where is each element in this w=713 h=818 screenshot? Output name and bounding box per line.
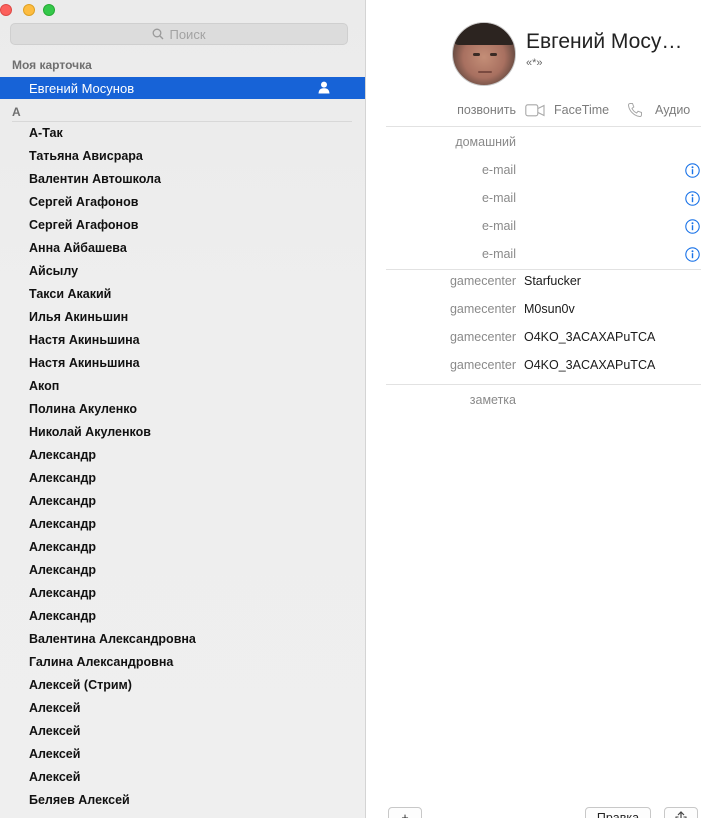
field-label-home: домашний	[455, 135, 516, 149]
avatar[interactable]	[452, 22, 516, 86]
contact-full-name: Евгений Мосу…	[526, 30, 683, 53]
field-value-gamecenter[interactable]: Starfucker	[524, 274, 581, 288]
field-row: заметка	[367, 393, 713, 413]
field-value-gamecenter[interactable]: O4KO_3ACAXAPuTCA	[524, 330, 655, 344]
contact-item[interactable]: Сергей Агафонов	[0, 191, 365, 214]
field-label-gamecenter: gamecenter	[449, 302, 516, 316]
share-button[interactable]	[664, 807, 698, 818]
info-icon[interactable]	[685, 163, 700, 178]
contact-item[interactable]: Александр	[0, 444, 365, 467]
field-label-gamecenter: gamecenter	[449, 330, 516, 344]
section-letter: А	[12, 105, 21, 119]
contact-item-selected[interactable]: Евгений Мосунов	[0, 77, 365, 99]
field-label-email: e-mail	[481, 163, 516, 177]
contact-nickname: «*»	[526, 57, 543, 69]
audio-button[interactable]: Аудио	[655, 103, 690, 117]
avatar-eye	[490, 53, 497, 56]
field-label-email: e-mail	[481, 219, 516, 233]
contact-item[interactable]: Такси Акакий	[0, 283, 365, 306]
contact-item[interactable]: Полина Акуленко	[0, 398, 365, 421]
contact-item[interactable]: Акоп	[0, 375, 365, 398]
contact-item[interactable]: Айсылу	[0, 260, 365, 283]
field-row: e-mail	[367, 191, 713, 211]
add-button[interactable]: +	[388, 807, 422, 818]
field-row: e-mail	[367, 219, 713, 239]
contact-item[interactable]: Александр	[0, 536, 365, 559]
divider	[386, 126, 701, 127]
field-value-gamecenter[interactable]: O4KO_3ACAXAPuTCA	[524, 358, 655, 372]
close-window-button[interactable]	[0, 4, 12, 16]
contact-item[interactable]: Валентина Александровна	[0, 628, 365, 651]
contact-detail-pane: Евгений Мосу… «*» позвонить FaceTime Ауд…	[367, 0, 713, 818]
avatar-mouth	[478, 71, 492, 73]
info-icon[interactable]	[685, 219, 700, 234]
contact-list: А-Так Татьяна Ависрара Валентин Автошкол…	[0, 122, 365, 812]
field-row: домашний	[367, 135, 713, 155]
contact-item[interactable]: Сергей Агафонов	[0, 214, 365, 237]
contact-item[interactable]: Алексей (Стрим)	[0, 674, 365, 697]
avatar-hair	[453, 23, 515, 45]
contact-item[interactable]: Александр	[0, 513, 365, 536]
contact-item[interactable]: Николай Акуленков	[0, 421, 365, 444]
field-label-note: заметка	[469, 393, 516, 407]
contact-item[interactable]: Алексей	[0, 766, 365, 789]
field-row: e-mail	[367, 163, 713, 183]
info-icon[interactable]	[685, 191, 700, 206]
contact-item[interactable]: Александр	[0, 559, 365, 582]
contact-item[interactable]: Александр	[0, 605, 365, 628]
info-icon[interactable]	[685, 247, 700, 262]
divider	[386, 384, 701, 385]
sidebar: Поиск Моя карточка Евгений Мосунов А А-Т…	[0, 0, 366, 818]
edit-button[interactable]: Правка	[585, 807, 651, 818]
divider	[386, 269, 701, 270]
field-label-gamecenter: gamecenter	[449, 274, 516, 288]
contact-item[interactable]: А-Так	[0, 122, 365, 145]
maximize-window-button[interactable]	[43, 4, 55, 16]
field-row: gamecenter O4KO_3ACAXAPuTCA	[367, 330, 713, 350]
contact-item[interactable]: Татьяна Ависрара	[0, 145, 365, 168]
search-placeholder: Поиск	[169, 26, 206, 42]
minimize-window-button[interactable]	[23, 4, 35, 16]
avatar-eye	[473, 53, 480, 56]
contact-item[interactable]: Анна Айбашева	[0, 237, 365, 260]
contact-name: Евгений Мосунов	[29, 80, 135, 96]
contact-item[interactable]: Алексей	[0, 697, 365, 720]
phone-icon[interactable]	[627, 102, 643, 118]
contact-item[interactable]: Настя Акиньшина	[0, 352, 365, 375]
field-row: gamecenter O4KO_3ACAXAPuTCA	[367, 358, 713, 378]
contact-item[interactable]: Александр	[0, 467, 365, 490]
contact-item[interactable]: Беляев Алексей	[0, 789, 365, 812]
contact-item[interactable]: Алексей	[0, 743, 365, 766]
field-label-gamecenter: gamecenter	[449, 358, 516, 372]
contact-item[interactable]: Александр	[0, 490, 365, 513]
field-value-gamecenter[interactable]: M0sun0v	[524, 302, 575, 316]
facetime-button[interactable]: FaceTime	[554, 103, 609, 117]
field-label-email: e-mail	[481, 191, 516, 205]
call-actions: позвонить FaceTime Аудио	[367, 103, 713, 121]
share-icon	[675, 811, 687, 818]
contact-item[interactable]: Илья Акиньшин	[0, 306, 365, 329]
field-label-email: e-mail	[481, 247, 516, 261]
me-card-icon	[318, 81, 330, 94]
field-row: gamecenter M0sun0v	[367, 302, 713, 322]
contact-item[interactable]: Валентин Автошкола	[0, 168, 365, 191]
facetime-icon[interactable]	[525, 104, 545, 117]
search-icon	[153, 28, 164, 40]
search-input[interactable]: Поиск	[10, 23, 348, 45]
my-card-heading: Моя карточка	[12, 58, 92, 72]
call-label: позвонить	[457, 103, 516, 117]
contact-item[interactable]: Алексей	[0, 720, 365, 743]
contact-item[interactable]: Настя Акиньшина	[0, 329, 365, 352]
contact-item[interactable]: Александр	[0, 582, 365, 605]
contact-item[interactable]: Галина Александровна	[0, 651, 365, 674]
field-row: gamecenter Starfucker	[367, 274, 713, 294]
field-row: e-mail	[367, 247, 713, 267]
